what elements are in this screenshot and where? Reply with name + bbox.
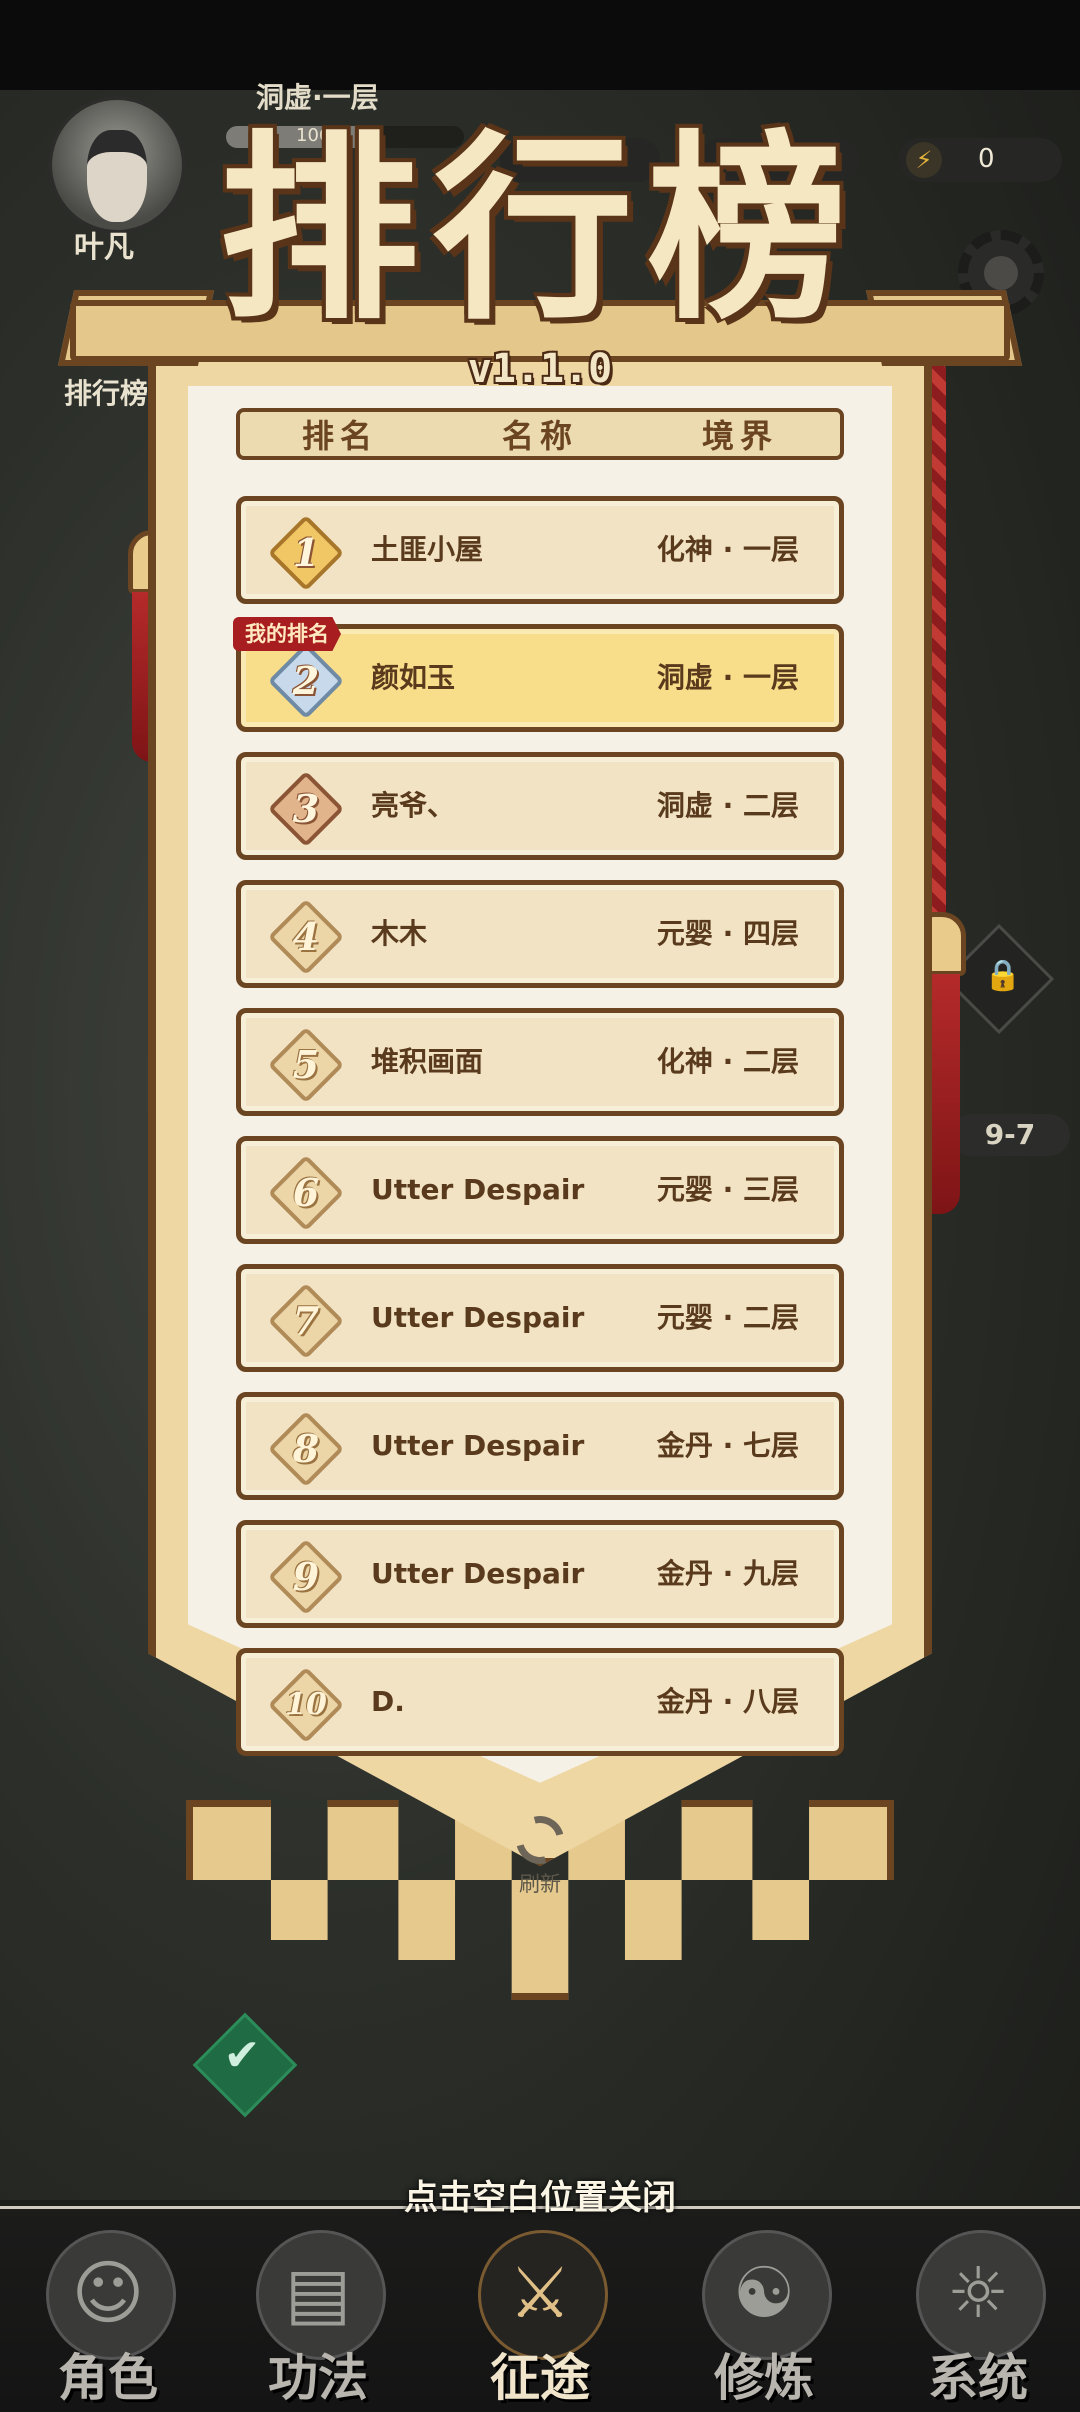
scroll-book-icon: ▤ xyxy=(284,2252,352,2334)
realm-cell: 化神 · 一层 xyxy=(656,533,799,566)
realm-cell: 金丹 · 九层 xyxy=(656,1557,799,1590)
player-name-cell: 颜如玉 xyxy=(371,661,456,694)
rank-number: 6 xyxy=(292,1170,320,1215)
nav-item[interactable]: ☯ 修炼 xyxy=(664,2220,864,2410)
leaderboard-rows: 1 土匪小屋 化神 · 一层 2 颜如玉 洞虚 · 一层 我的排名 3 亮爷、 洞虚 · 二层 4 木… xyxy=(233,496,844,1776)
leaderboard-row[interactable]: 5 堆积画面 化神 · 二层 xyxy=(236,1008,844,1116)
header-realm: 境界 xyxy=(701,417,778,455)
nav-label: 功法 xyxy=(268,2348,368,2407)
rank-badge: 7 xyxy=(267,1282,345,1360)
system-icon: ☼ xyxy=(946,2252,1010,2334)
sword-journey-icon: ⚔ xyxy=(508,2252,572,2334)
nav-label: 角色 xyxy=(58,2348,158,2407)
leaderboard-row[interactable]: 8 Utter Despair 金丹 · 七层 xyxy=(236,1392,844,1500)
player-name-cell: 堆积画面 xyxy=(371,1045,484,1078)
check-icon: ✔ xyxy=(223,2030,261,2081)
character-icon: ☺ xyxy=(71,2252,145,2334)
player-name-cell: 土匪小屋 xyxy=(371,533,484,566)
rank-badge: 5 xyxy=(267,1026,345,1104)
player-name-cell: 亮爷、 xyxy=(371,789,456,822)
nav-label: 征途 xyxy=(490,2348,590,2407)
nav-item[interactable]: ☼ 系统 xyxy=(878,2220,1078,2410)
stage-label: 9-7 xyxy=(950,1114,1070,1156)
rank-number: 2 xyxy=(292,658,320,703)
realm-cell: 洞虚 · 二层 xyxy=(656,789,799,822)
leaderboard-row[interactable]: 4 木木 元婴 · 四层 xyxy=(236,880,844,988)
realm-cell: 化神 · 二层 xyxy=(656,1045,799,1078)
realm-cell: 元婴 · 三层 xyxy=(656,1173,799,1206)
rank-badge: 3 xyxy=(267,770,345,848)
rank-badge: 4 xyxy=(267,898,345,976)
rank-badge: 9 xyxy=(267,1538,345,1616)
realm-cell: 元婴 · 四层 xyxy=(656,917,799,950)
nav-item[interactable]: ☺ 角色 xyxy=(8,2220,208,2410)
player-name-cell: Utter Despair xyxy=(371,1557,585,1590)
realm-cell: 金丹 · 七层 xyxy=(656,1429,799,1462)
version-label: v1.1.0 xyxy=(467,346,613,392)
leaderboard-row[interactable]: 10 D. 金丹 · 八层 xyxy=(236,1648,844,1756)
rank-badge: 8 xyxy=(267,1410,345,1488)
leaderboard-row[interactable]: 6 Utter Despair 元婴 · 三层 xyxy=(236,1136,844,1244)
rank-badge: 6 xyxy=(267,1154,345,1232)
rank-number: 9 xyxy=(292,1554,320,1599)
refresh-label: 刷新 xyxy=(519,1872,561,1896)
leaderboard-row[interactable]: 2 颜如玉 洞虚 · 一层 我的排名 xyxy=(233,617,844,732)
leaderboard-row[interactable]: 7 Utter Despair 元婴 · 二层 xyxy=(236,1264,844,1372)
nav-item[interactable]: ▤ 功法 xyxy=(218,2220,418,2410)
player-name-cell: Utter Despair xyxy=(371,1301,585,1334)
lock-icon: 🔒 xyxy=(984,958,1022,993)
player-name-cell: 木木 xyxy=(371,917,428,950)
leaderboard-row[interactable]: 3 亮爷、 洞虚 · 二层 xyxy=(236,752,844,860)
rank-badge: 1 xyxy=(267,514,345,592)
realm-cell: 元婴 · 二层 xyxy=(656,1301,799,1334)
my-rank-tag: 我的排名 xyxy=(233,617,341,651)
leaderboard-row[interactable]: 9 Utter Despair 金丹 · 九层 xyxy=(236,1520,844,1628)
player-name-cell: Utter Despair xyxy=(371,1429,585,1462)
status-bar-area xyxy=(0,0,1080,90)
player-name-cell: Utter Despair xyxy=(371,1173,585,1206)
close-hint: 点击空白位置关闭 xyxy=(404,2178,676,2218)
rank-number: 1 xyxy=(292,530,320,575)
nav-label: 系统 xyxy=(928,2348,1028,2407)
meditation-icon: ☯ xyxy=(732,2252,796,2334)
leaderboard-row[interactable]: 1 土匪小屋 化神 · 一层 xyxy=(236,496,844,604)
player-name-cell: D. xyxy=(371,1685,405,1718)
table-header: 排名 名称 境界 xyxy=(236,408,844,460)
refresh-button[interactable]: 刷新 xyxy=(507,1807,573,1896)
right-tassel-cord xyxy=(930,362,946,932)
player-realm: 洞虚·一层 xyxy=(256,81,379,114)
header-rank: 排名 xyxy=(301,417,378,455)
realm-cell: 洞虚 · 一层 xyxy=(656,661,799,694)
rank-number: 8 xyxy=(292,1426,320,1471)
realm-cell: 金丹 · 八层 xyxy=(656,1685,799,1718)
rank-number: 5 xyxy=(292,1042,320,1087)
rank-number: 4 xyxy=(292,914,320,959)
rank-badge: 2 xyxy=(267,642,345,720)
leaderboard-title: 排行榜 xyxy=(218,112,861,347)
header-name: 名称 xyxy=(501,417,578,455)
rank-badge: 10 xyxy=(267,1666,345,1744)
rank-number: 10 xyxy=(285,1687,327,1722)
rank-number: 7 xyxy=(292,1298,320,1343)
rank-number: 3 xyxy=(292,786,320,831)
nav-item[interactable]: ⚔ 征途 xyxy=(440,2220,640,2410)
game-screen: 叶凡 洞虚·一层 1064/...5 ⚡ 0 排行榜 🔒 9-7 ✔ 排行榜 v… xyxy=(0,0,1080,2412)
nav-label: 修炼 xyxy=(714,2348,814,2407)
refresh-icon xyxy=(507,1807,573,1873)
